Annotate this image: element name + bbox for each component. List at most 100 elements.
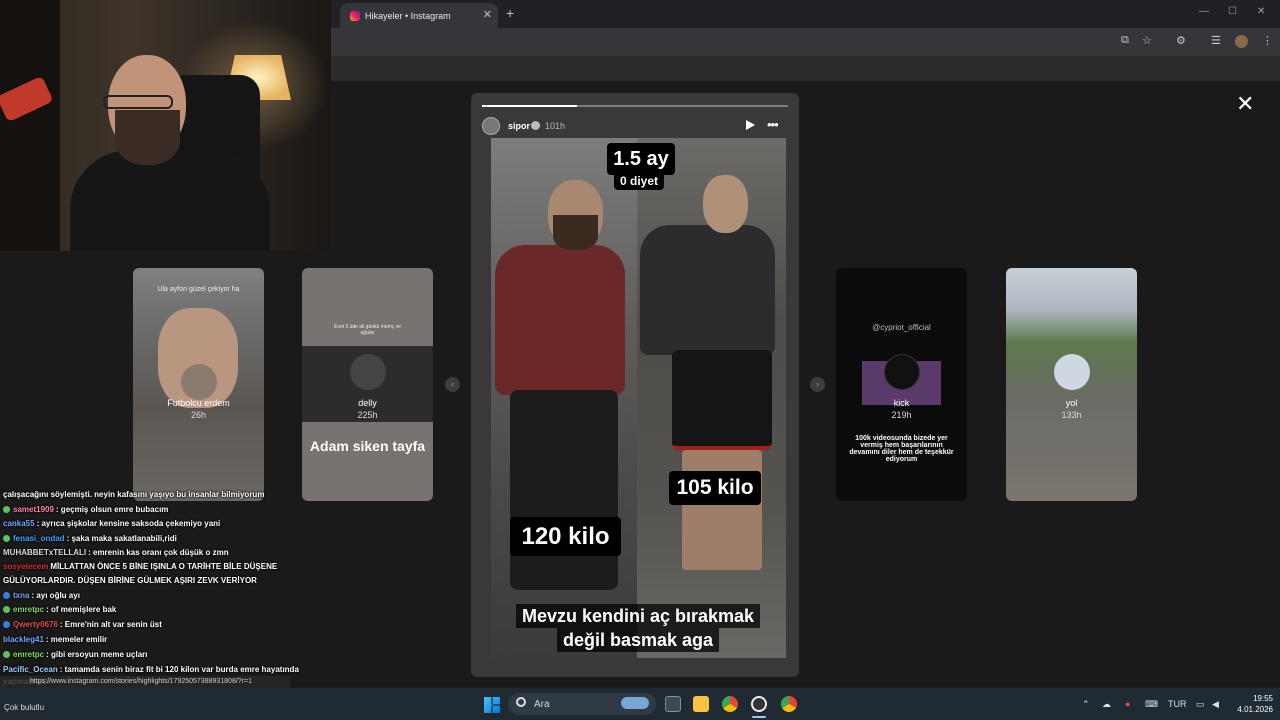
- keyboard-icon[interactable]: ⌨: [1145, 699, 1158, 710]
- chat-text: GÜLÜYORLARDIR. DÜŞEN BİRİNE GÜLMEK AŞIRI…: [3, 576, 257, 585]
- install-app-icon[interactable]: ⧉: [1121, 34, 1129, 47]
- chrome-profile-icon[interactable]: [781, 696, 797, 712]
- profile-avatar[interactable]: [1235, 35, 1248, 48]
- side-story-name: yol: [1065, 398, 1078, 408]
- chat-username[interactable]: canka55: [3, 519, 35, 528]
- onedrive-icon[interactable]: ☁: [1102, 699, 1111, 710]
- after-legs: [682, 450, 762, 570]
- side-story-caption: 100k videosunda bizede yer vermiş hem ba…: [849, 435, 954, 463]
- side-story-name: delly: [358, 398, 377, 408]
- clock-date: 4.01.2026: [1237, 705, 1273, 714]
- story-time: 101h: [545, 121, 566, 131]
- chat-username[interactable]: blackleg41: [3, 635, 44, 644]
- taskbar-clock[interactable]: 19:55 4.01.2026: [1229, 693, 1273, 715]
- minimize-icon[interactable]: —: [1199, 6, 1209, 17]
- chat-message: GÜLÜYORLARDIR. DÜŞEN BİRİNE GÜLMEK AŞIRI…: [3, 576, 257, 585]
- chat-username[interactable]: sosyelecem: [3, 562, 48, 571]
- maximize-icon[interactable]: ☐: [1228, 6, 1237, 17]
- after-torso: [640, 225, 775, 355]
- reading-list-icon[interactable]: ☰: [1211, 34, 1221, 47]
- streamer-hoodie: [70, 150, 270, 251]
- close-viewer-icon[interactable]: ✕: [1236, 93, 1254, 115]
- tray-overflow-icon[interactable]: ⌃: [1082, 699, 1090, 710]
- story-progress-fill: [482, 105, 577, 107]
- chat-username[interactable]: MUHABBETxTELLALI: [3, 548, 86, 557]
- chat-message: MUHABBETxTELLALI: emrenin kas oranı çok …: [3, 548, 229, 557]
- network-icon[interactable]: ▭: [1196, 699, 1205, 710]
- chrome-icon[interactable]: [722, 696, 738, 712]
- side-story-futbolcu-erdem[interactable]: Ula ayfon güzel çekiyor ha Futbolcu erde…: [133, 268, 264, 501]
- tab-title: Hikayeler • Instagram: [365, 10, 451, 21]
- chat-badge-icon: [3, 651, 10, 658]
- side-story-name: kick: [893, 398, 910, 408]
- chat-message: fenasi_ondad: şaka maka sakatlanabili,ri…: [3, 534, 177, 543]
- side-story-delly[interactable]: Evet 3 üde ali günkü memç ve ağalar dell…: [302, 268, 433, 501]
- chat-message: çalışacağını söylemişti. neyin kafasını …: [3, 490, 264, 499]
- chat-username[interactable]: Pacific_Ocean: [3, 665, 58, 674]
- chat-message: emretpc: of memişlere bak: [3, 605, 116, 614]
- before-torso: [495, 245, 625, 395]
- language-indicator[interactable]: TUR: [1168, 699, 1187, 709]
- chat-message: canka55: ayrıca şişkolar kensine saksoda…: [3, 519, 220, 528]
- chat-badge-icon: [3, 621, 10, 628]
- screen: Hikayeler • Instagram ✕ + — ☐ ✕ ⧉ ☆ ⚙ ☰ …: [0, 0, 1280, 720]
- side-story-time: 225h: [357, 410, 378, 420]
- clock-time: 19:55: [1252, 694, 1273, 703]
- window-close-icon[interactable]: ✕: [1257, 6, 1265, 17]
- chat-text: : ayrıca şişkolar kensine saksoda çekemi…: [36, 519, 221, 528]
- active-app-indicator: [752, 716, 766, 718]
- chat-username[interactable]: emretpc: [13, 650, 44, 659]
- status-url: https://www.instagram.com/stories/highli…: [0, 676, 290, 688]
- chat-message: txna: ayı oğlu ayı: [3, 591, 80, 600]
- chat-text: : gibi ersoyun meme uçları: [46, 650, 148, 659]
- chat-username[interactable]: emretpc: [13, 605, 44, 614]
- search-icon: [516, 697, 526, 707]
- chat-badge-icon: [3, 592, 10, 599]
- bookmark-star-icon[interactable]: ☆: [1142, 34, 1152, 47]
- chat-message: Qwerty0676: Emre'nin alt var senin üst: [3, 620, 162, 629]
- chat-username[interactable]: txna: [13, 591, 29, 600]
- side-story-time: 26h: [190, 410, 207, 420]
- webcam-overlay: [0, 0, 331, 251]
- chat-message: Pacific_Ocean: tamamda senin biraz fit b…: [3, 665, 299, 674]
- microphone-icon[interactable]: ●: [1125, 699, 1130, 709]
- side-story-yol[interactable]: yol 133h: [1006, 268, 1137, 501]
- chat-username[interactable]: Qwerty0676: [13, 620, 58, 629]
- chat-message: blackleg41: memeler emilir: [3, 635, 107, 644]
- file-explorer-icon[interactable]: [693, 696, 709, 712]
- story-author-avatar[interactable]: [482, 117, 500, 135]
- side-story-kick[interactable]: @cypriot_official kick 219h 100k videosu…: [836, 268, 967, 501]
- label-diet: 0 diyet: [614, 172, 664, 190]
- menu-icon[interactable]: ⋮: [1262, 34, 1273, 47]
- more-options-icon[interactable]: •••: [767, 117, 779, 132]
- side-story-caption: Adam siken tayfa: [309, 438, 426, 454]
- after-shorts: [672, 350, 772, 450]
- chat-text: : of memişlere bak: [46, 605, 117, 614]
- side-story-avatar: [1053, 354, 1090, 390]
- weather-status[interactable]: Çok bulutlu: [4, 703, 44, 712]
- chat-text: : memeler emilir: [45, 635, 108, 644]
- side-story-avatar: [180, 364, 217, 400]
- side-story-time: 219h: [891, 410, 912, 420]
- task-view-icon[interactable]: [665, 696, 681, 712]
- play-icon[interactable]: [746, 120, 755, 130]
- verified-badge-icon: [531, 121, 540, 130]
- chat-username[interactable]: samet1909: [13, 505, 54, 514]
- chat-text: MİLLATTAN ÖNCE 5 BİNE IŞINLA O TARİHTE B…: [50, 562, 278, 571]
- story-author-name[interactable]: sipor: [508, 121, 530, 131]
- close-tab-icon[interactable]: ✕: [483, 8, 492, 21]
- new-tab-button[interactable]: +: [506, 5, 514, 21]
- chat-text: : emrenin kas oranı çok düşük o zmn: [88, 548, 229, 557]
- chat-username[interactable]: fenasi_ondad: [13, 534, 65, 543]
- caption-line-2: değil basmak aga: [556, 628, 720, 652]
- extensions-icon[interactable]: ⚙: [1176, 34, 1186, 47]
- chat-text: : Emre'nin alt var senin üst: [59, 620, 162, 629]
- before-beard: [553, 215, 598, 250]
- volume-icon[interactable]: ◀: [1212, 699, 1219, 710]
- label-duration: 1.5 ay: [607, 143, 675, 175]
- next-story-button[interactable]: ›: [810, 377, 825, 392]
- tab-instagram-stories[interactable]: Hikayeler • Instagram ✕: [340, 3, 498, 28]
- chat-badge-icon: [3, 535, 10, 542]
- previous-story-button[interactable]: ‹: [445, 377, 460, 392]
- obs-icon[interactable]: [751, 696, 767, 712]
